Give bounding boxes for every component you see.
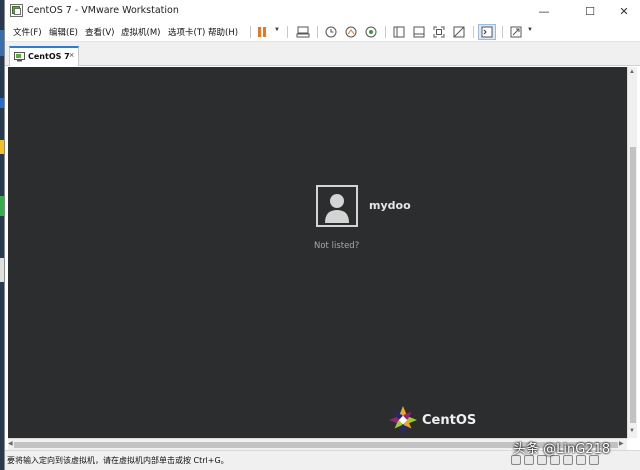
vmware-app-icon — [10, 4, 23, 17]
centos-brand-text: CentOS — [422, 413, 477, 428]
stretch-icon — [510, 26, 522, 38]
fullscreen-button[interactable] — [431, 24, 447, 40]
centos-logo-icon — [389, 406, 417, 434]
vertical-scrollbar[interactable]: ▲ ▼ — [627, 67, 637, 438]
console-icon — [481, 26, 493, 38]
scroll-right-icon[interactable]: ▶ — [619, 440, 624, 447]
minimize-button[interactable]: — — [529, 0, 559, 22]
scroll-left-icon[interactable]: ◀ — [8, 440, 13, 447]
toolbar-separator — [317, 26, 318, 38]
fullscreen-icon — [433, 26, 445, 38]
vmware-window: CentOS 7 - VMware Workstation — ☐ ✕ 文件(F… — [4, 0, 640, 470]
close-icon: ✕ — [619, 4, 629, 18]
menu-view[interactable]: 查看(V) — [85, 26, 114, 38]
vertical-scroll-thumb[interactable] — [630, 147, 636, 423]
menu-edit[interactable]: 编辑(E) — [49, 26, 78, 38]
thumbnail-icon — [413, 26, 425, 38]
snapshot-icon — [325, 26, 337, 38]
revert-snapshot-button[interactable] — [343, 24, 359, 40]
window-title: CentOS 7 - VMware Workstation — [27, 5, 179, 16]
toolbar-separator — [287, 26, 288, 38]
toolbar-separator — [250, 26, 251, 38]
snapshot-button[interactable] — [323, 24, 339, 40]
title-bar: CentOS 7 - VMware Workstation — ☐ ✕ — [5, 0, 640, 22]
snapshot-manager-button[interactable] — [363, 24, 379, 40]
pause-button[interactable] — [255, 24, 269, 40]
library-icon — [393, 26, 405, 38]
tab-label: CentOS 7 — [28, 52, 70, 61]
maximize-icon: ☐ — [585, 4, 595, 18]
menu-file[interactable]: 文件(F) — [13, 26, 42, 38]
scroll-up-icon[interactable]: ▲ — [629, 69, 635, 75]
pause-dropdown-icon[interactable]: ▼ — [274, 27, 280, 33]
stretch-button[interactable] — [508, 24, 524, 40]
vm-console[interactable]: mydoo Not listed? CentOS — [8, 67, 627, 438]
unity-button[interactable] — [451, 24, 467, 40]
send-ctrl-alt-del-button[interactable] — [295, 24, 311, 40]
close-button[interactable]: ✕ — [609, 0, 639, 22]
toolbar-separator — [473, 26, 474, 38]
tab-strip: CentOS 7 × — [5, 42, 640, 66]
toolbar-separator — [502, 26, 503, 38]
pause-icon — [258, 27, 266, 37]
toolbar-separator — [385, 26, 386, 38]
user-silhouette-icon — [325, 194, 349, 223]
menu-vm[interactable]: 虚拟机(M) — [121, 26, 160, 38]
scroll-down-icon[interactable]: ▼ — [629, 428, 635, 434]
unity-icon — [453, 26, 465, 38]
status-message: 要将输入定向到该虚拟机，请在虚拟机内部单击或按 Ctrl+G。 — [7, 456, 229, 465]
menu-toolbar: 文件(F) 编辑(E) 查看(V) 虚拟机(M) 选项卡(T) 帮助(H) ▼ — [5, 22, 640, 42]
console-button[interactable] — [478, 24, 496, 40]
vm-tab-icon — [14, 52, 25, 62]
thumbnail-button[interactable] — [411, 24, 427, 40]
not-listed-link[interactable]: Not listed? — [314, 241, 359, 251]
tab-close-icon[interactable]: × — [69, 50, 74, 60]
send-ctrl-alt-del-icon — [296, 26, 310, 38]
stretch-dropdown-icon[interactable]: ▼ — [527, 27, 533, 33]
menu-tabs[interactable]: 选项卡(T) — [168, 26, 205, 38]
user-name[interactable]: mydoo — [369, 199, 411, 212]
maximize-button[interactable]: ☐ — [575, 0, 605, 22]
tab-centos-7[interactable]: CentOS 7 × — [9, 46, 79, 66]
user-avatar[interactable] — [316, 185, 358, 227]
library-button[interactable] — [391, 24, 407, 40]
menu-help[interactable]: 帮助(H) — [208, 26, 238, 38]
revert-snapshot-icon — [345, 26, 357, 38]
watermark-text: 头条 @LinG218 — [513, 442, 611, 457]
snapshot-manager-icon — [365, 26, 377, 38]
minimize-icon: — — [538, 4, 550, 18]
